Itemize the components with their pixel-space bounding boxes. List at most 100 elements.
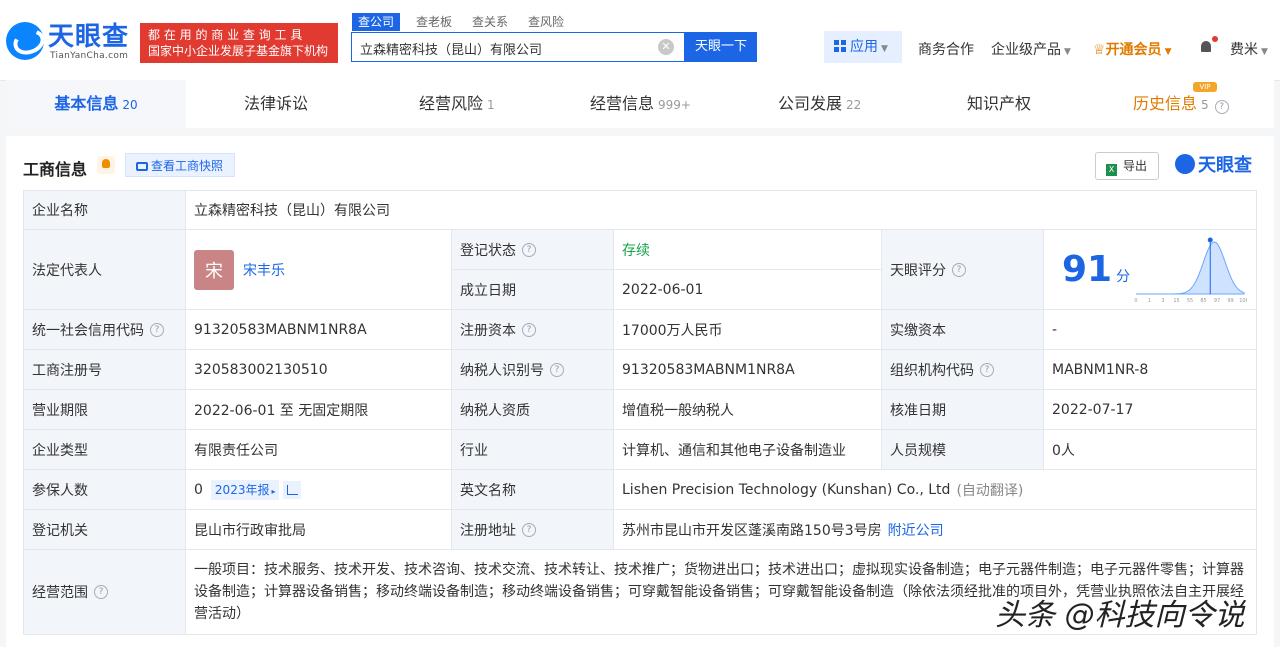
logo-text: 天眼查 — [48, 22, 130, 52]
score-tick-label: 100 — [1239, 298, 1247, 304]
apps-label: 应用 — [850, 39, 878, 55]
label-company-name: 企业名称 — [24, 191, 186, 230]
export-button[interactable]: X 导出 — [1095, 152, 1159, 180]
notification-dot — [1212, 36, 1218, 42]
label-tax-qualification: 纳税人资质 — [452, 390, 614, 430]
reg-capital: 17000万人民币 — [614, 310, 882, 350]
brand-logo: 天眼查 — [1175, 153, 1252, 179]
score-tick-label: 15 — [1173, 298, 1179, 304]
tab-ip[interactable]: 知识产权 — [967, 80, 1031, 128]
slogan-line-1: 都 在 用 的 商 业 查 询 工 具 — [148, 28, 303, 42]
search-tab-boss[interactable]: 查老板 — [416, 13, 452, 31]
english-name: Lishen Precision Technology (Kunshan) Co… — [622, 481, 951, 498]
score-tick-label: 97 — [1214, 298, 1220, 304]
help-icon[interactable]: ? — [150, 322, 164, 337]
slogan-banner: 都 在 用 的 商 业 查 询 工 具 国家中小企业发展子基金旗下机构 — [140, 23, 338, 63]
annual-report-dropdown[interactable]: 2023年报 ▸ — [210, 479, 280, 500]
logo-subtext: TianYanCha.com — [50, 51, 129, 61]
label-text: 注册地址 — [460, 522, 516, 539]
help-icon[interactable]: ? — [522, 522, 536, 537]
tab-label: 历史信息 — [1133, 94, 1198, 113]
tab-basic-info[interactable]: 基本信息 20 — [6, 80, 186, 128]
search-button[interactable]: 天眼一下 — [685, 32, 757, 62]
score-distribution-curve — [1136, 241, 1245, 295]
label-text: 组织机构代码 — [890, 362, 974, 379]
vip-badge: VIP — [1193, 82, 1217, 92]
score-axis-ticks: 0 1 3 15 55 85 97 99 100 — [1134, 298, 1247, 304]
business-term: 2022-06-01 至 无固定期限 — [186, 390, 452, 430]
nav-vip[interactable]: ♕开通会员 ▼ — [1093, 39, 1171, 59]
staff-size: 0人 — [1044, 430, 1257, 470]
label-address: 注册地址? — [452, 510, 614, 550]
label-found-date: 成立日期 — [452, 270, 614, 310]
tab-count: 1 — [487, 98, 495, 112]
registered-address: 苏州市昆山市开发区蓬溪南路150号3号房 — [622, 522, 882, 539]
label-score: 天眼评分? — [882, 230, 1044, 310]
apps-button[interactable]: 应用 ▼ — [824, 31, 902, 63]
label-scope: 经营范围? — [24, 550, 186, 635]
score-tick-label: 3 — [1161, 298, 1164, 304]
label-reg-capital: 注册资本? — [452, 310, 614, 350]
help-icon[interactable]: ? — [980, 362, 994, 377]
user-menu[interactable]: 费米 ▼ — [1230, 39, 1268, 59]
help-icon[interactable]: ? — [550, 362, 564, 377]
chevron-down-icon: ▼ — [1064, 47, 1071, 57]
slogan-line-2: 国家中小企业发展子基金旗下机构 — [148, 44, 329, 58]
user-name: 费米 — [1230, 42, 1258, 58]
search-tab-company[interactable]: 查公司 — [352, 13, 401, 31]
logo-eye-icon — [6, 22, 44, 60]
help-icon[interactable]: ? — [952, 262, 966, 277]
snapshot-label: 查看工商快照 — [151, 159, 224, 173]
excel-icon: X — [1106, 164, 1117, 176]
tab-legal[interactable]: 法律诉讼 — [244, 80, 308, 128]
industry: 计算机、通信和其他电子设备制造业 — [614, 430, 882, 470]
label-company-type: 企业类型 — [24, 430, 186, 470]
company-name: 立森精密科技（昆山）有限公司 — [186, 191, 1257, 230]
search-input[interactable]: 立森精密科技（昆山）有限公司 ✕ — [351, 32, 685, 62]
legal-rep-link[interactable]: 宋丰乐 — [243, 260, 285, 280]
label-approve-date: 核准日期 — [882, 390, 1044, 430]
tab-risk[interactable]: 经营风险 1 — [419, 80, 495, 128]
bulb-icon[interactable] — [97, 156, 115, 174]
nav-enterprise-label: 企业级产品 — [991, 42, 1061, 58]
chevron-down-icon: ▼ — [881, 44, 888, 54]
search-tab-risk[interactable]: 查风险 — [528, 13, 564, 31]
insured-cell: 0 2023年报 ▸ — [186, 470, 452, 510]
clear-icon[interactable]: ✕ — [658, 39, 674, 55]
brand-text: 天眼查 — [1198, 155, 1252, 176]
tab-development[interactable]: 公司发展 22 — [778, 80, 861, 128]
search-tab-relation[interactable]: 查关系 — [472, 13, 508, 31]
label-english-name: 英文名称 — [452, 470, 614, 510]
reg-no: 320583002130510 — [186, 350, 452, 390]
tianyancha-logo[interactable]: 天眼查 TianYanCha.com — [6, 22, 134, 62]
search-input-value: 立森精密科技（昆山）有限公司 — [360, 43, 543, 58]
help-icon[interactable]: ? — [1214, 100, 1229, 114]
tab-operation[interactable]: 经营信息 999+ — [590, 80, 691, 128]
avatar[interactable]: 宋 — [194, 249, 234, 290]
label-credit-code: 统一社会信用代码? — [24, 310, 186, 350]
label-text: 天眼评分 — [890, 262, 946, 279]
tab-label: 法律诉讼 — [244, 94, 309, 113]
help-icon[interactable]: ? — [522, 242, 536, 257]
company-type: 有限责任公司 — [186, 430, 452, 470]
status-value: 存续 — [614, 230, 882, 270]
help-icon[interactable]: ? — [94, 585, 108, 599]
grid-icon — [834, 40, 846, 52]
score-tick-label: 1 — [1148, 298, 1151, 304]
paid-capital: - — [1044, 310, 1257, 350]
score-tick-label: 0 — [1134, 298, 1137, 304]
nearby-companies-link[interactable]: 附近公司 — [888, 520, 944, 540]
detail-tabs: 基本信息 20 法律诉讼 经营风险 1 经营信息 999+ 公司发展 22 知识产权 历… — [6, 80, 1274, 128]
snapshot-button[interactable]: 查看工商快照 — [125, 153, 235, 177]
label-reg-no: 工商注册号 — [24, 350, 186, 390]
crown-icon: ♕ — [1093, 42, 1106, 58]
label-paid-capital: 实缴资本 — [882, 310, 1044, 350]
help-icon[interactable]: ? — [522, 322, 536, 337]
bell-icon[interactable] — [1199, 40, 1213, 54]
nav-vip-label: 开通会员 — [1105, 42, 1162, 58]
nav-enterprise-products[interactable]: 企业级产品 ▼ — [991, 39, 1071, 59]
nav-business[interactable]: 商务合作 — [918, 39, 974, 59]
trend-chart-icon[interactable] — [283, 480, 302, 499]
label-industry: 行业 — [452, 430, 614, 470]
label-status: 登记状态? — [452, 230, 614, 270]
